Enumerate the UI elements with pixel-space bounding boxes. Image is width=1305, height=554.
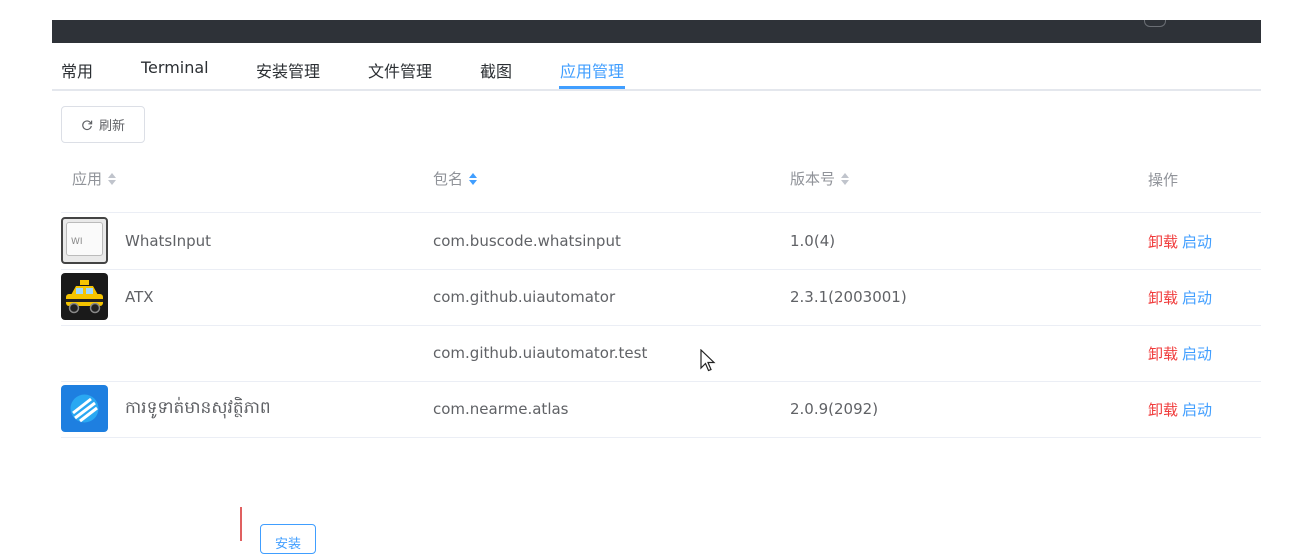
- column-header-actions-label: 操作: [1148, 171, 1179, 189]
- tab-terminal[interactable]: Terminal: [141, 58, 209, 77]
- refresh-label: 刷新: [98, 119, 125, 134]
- launch-link[interactable]: 启动: [1182, 231, 1212, 252]
- table-row: com.github.uiautomator.test 卸载 启动: [61, 325, 1261, 382]
- uninstall-link[interactable]: 卸载: [1148, 343, 1178, 364]
- app-name: ការទូទាត់មានសុវត្ថិភាព: [125, 397, 271, 418]
- launch-link[interactable]: 启动: [1182, 399, 1212, 420]
- tab-file-management[interactable]: 文件管理: [368, 58, 432, 82]
- version: 2.0.9(2092): [790, 400, 879, 418]
- sort-caret-icon[interactable]: [469, 172, 478, 185]
- table-header: 应用 包名 版本号 操作: [61, 155, 1261, 213]
- active-tab-indicator: [559, 86, 625, 89]
- tab-screenshot[interactable]: 截图: [480, 58, 512, 82]
- package-name: com.github.uiautomator: [433, 288, 616, 306]
- whatsinput-icon-text: WI: [66, 222, 103, 256]
- column-header-package[interactable]: 包名: [433, 168, 478, 189]
- mouse-pointer-icon: [700, 349, 716, 372]
- table-row: ការទូទាត់មានសុវត្ថិភាព com.nearme.atlas …: [61, 381, 1261, 438]
- column-header-version[interactable]: 版本号: [790, 168, 850, 189]
- package-name: com.nearme.atlas: [433, 400, 569, 418]
- app-name: ATX: [125, 288, 154, 306]
- table-row: WI WhatsInput com.buscode.whatsinput 1.0…: [61, 213, 1261, 270]
- uninstall-link[interactable]: 卸载: [1148, 231, 1178, 252]
- launch-link[interactable]: 启动: [1182, 287, 1212, 308]
- version: 2.3.1(2003001): [790, 288, 907, 306]
- tab-common[interactable]: 常用: [61, 58, 93, 82]
- launch-link[interactable]: 启动: [1182, 343, 1212, 364]
- refresh-icon: [82, 119, 93, 130]
- row-actions: 卸载 启动: [1148, 213, 1212, 269]
- top-header-bar: [52, 20, 1261, 43]
- column-header-version-label: 版本号: [790, 170, 836, 188]
- row-actions: 卸载 启动: [1148, 325, 1212, 381]
- tab-app-management[interactable]: 应用管理: [560, 58, 624, 82]
- tab-bar: 常用 Terminal 安装管理 文件管理 截图 应用管理: [52, 44, 1261, 91]
- row-actions: 卸载 启动: [1148, 381, 1212, 437]
- package-name: com.github.uiautomator.test: [433, 344, 648, 362]
- install-button[interactable]: 安装: [260, 524, 316, 554]
- column-header-actions: 操作: [1148, 169, 1178, 190]
- atlas-blue-icon: [61, 385, 108, 432]
- divider-line: [240, 507, 242, 541]
- column-header-app-label: 应用: [72, 170, 103, 188]
- whatsinput-keyboard-icon: WI: [61, 217, 108, 264]
- sort-caret-icon[interactable]: [108, 172, 117, 185]
- uninstall-link[interactable]: 卸载: [1148, 399, 1178, 420]
- column-header-app[interactable]: 应用: [72, 168, 117, 189]
- app-name: WhatsInput: [125, 232, 212, 250]
- sort-caret-icon[interactable]: [841, 172, 850, 185]
- tab-install-management[interactable]: 安装管理: [256, 58, 320, 82]
- uninstall-link[interactable]: 卸载: [1148, 287, 1178, 308]
- header-icon: [1144, 20, 1166, 27]
- atx-taxi-icon: [61, 273, 108, 320]
- refresh-button[interactable]: 刷新: [61, 106, 145, 143]
- column-header-package-label: 包名: [433, 170, 464, 188]
- table-row: ATX com.github.uiautomator 2.3.1(2003001…: [61, 269, 1261, 326]
- row-actions: 卸载 启动: [1148, 269, 1212, 325]
- version: 1.0(4): [790, 232, 836, 250]
- package-name: com.buscode.whatsinput: [433, 232, 621, 250]
